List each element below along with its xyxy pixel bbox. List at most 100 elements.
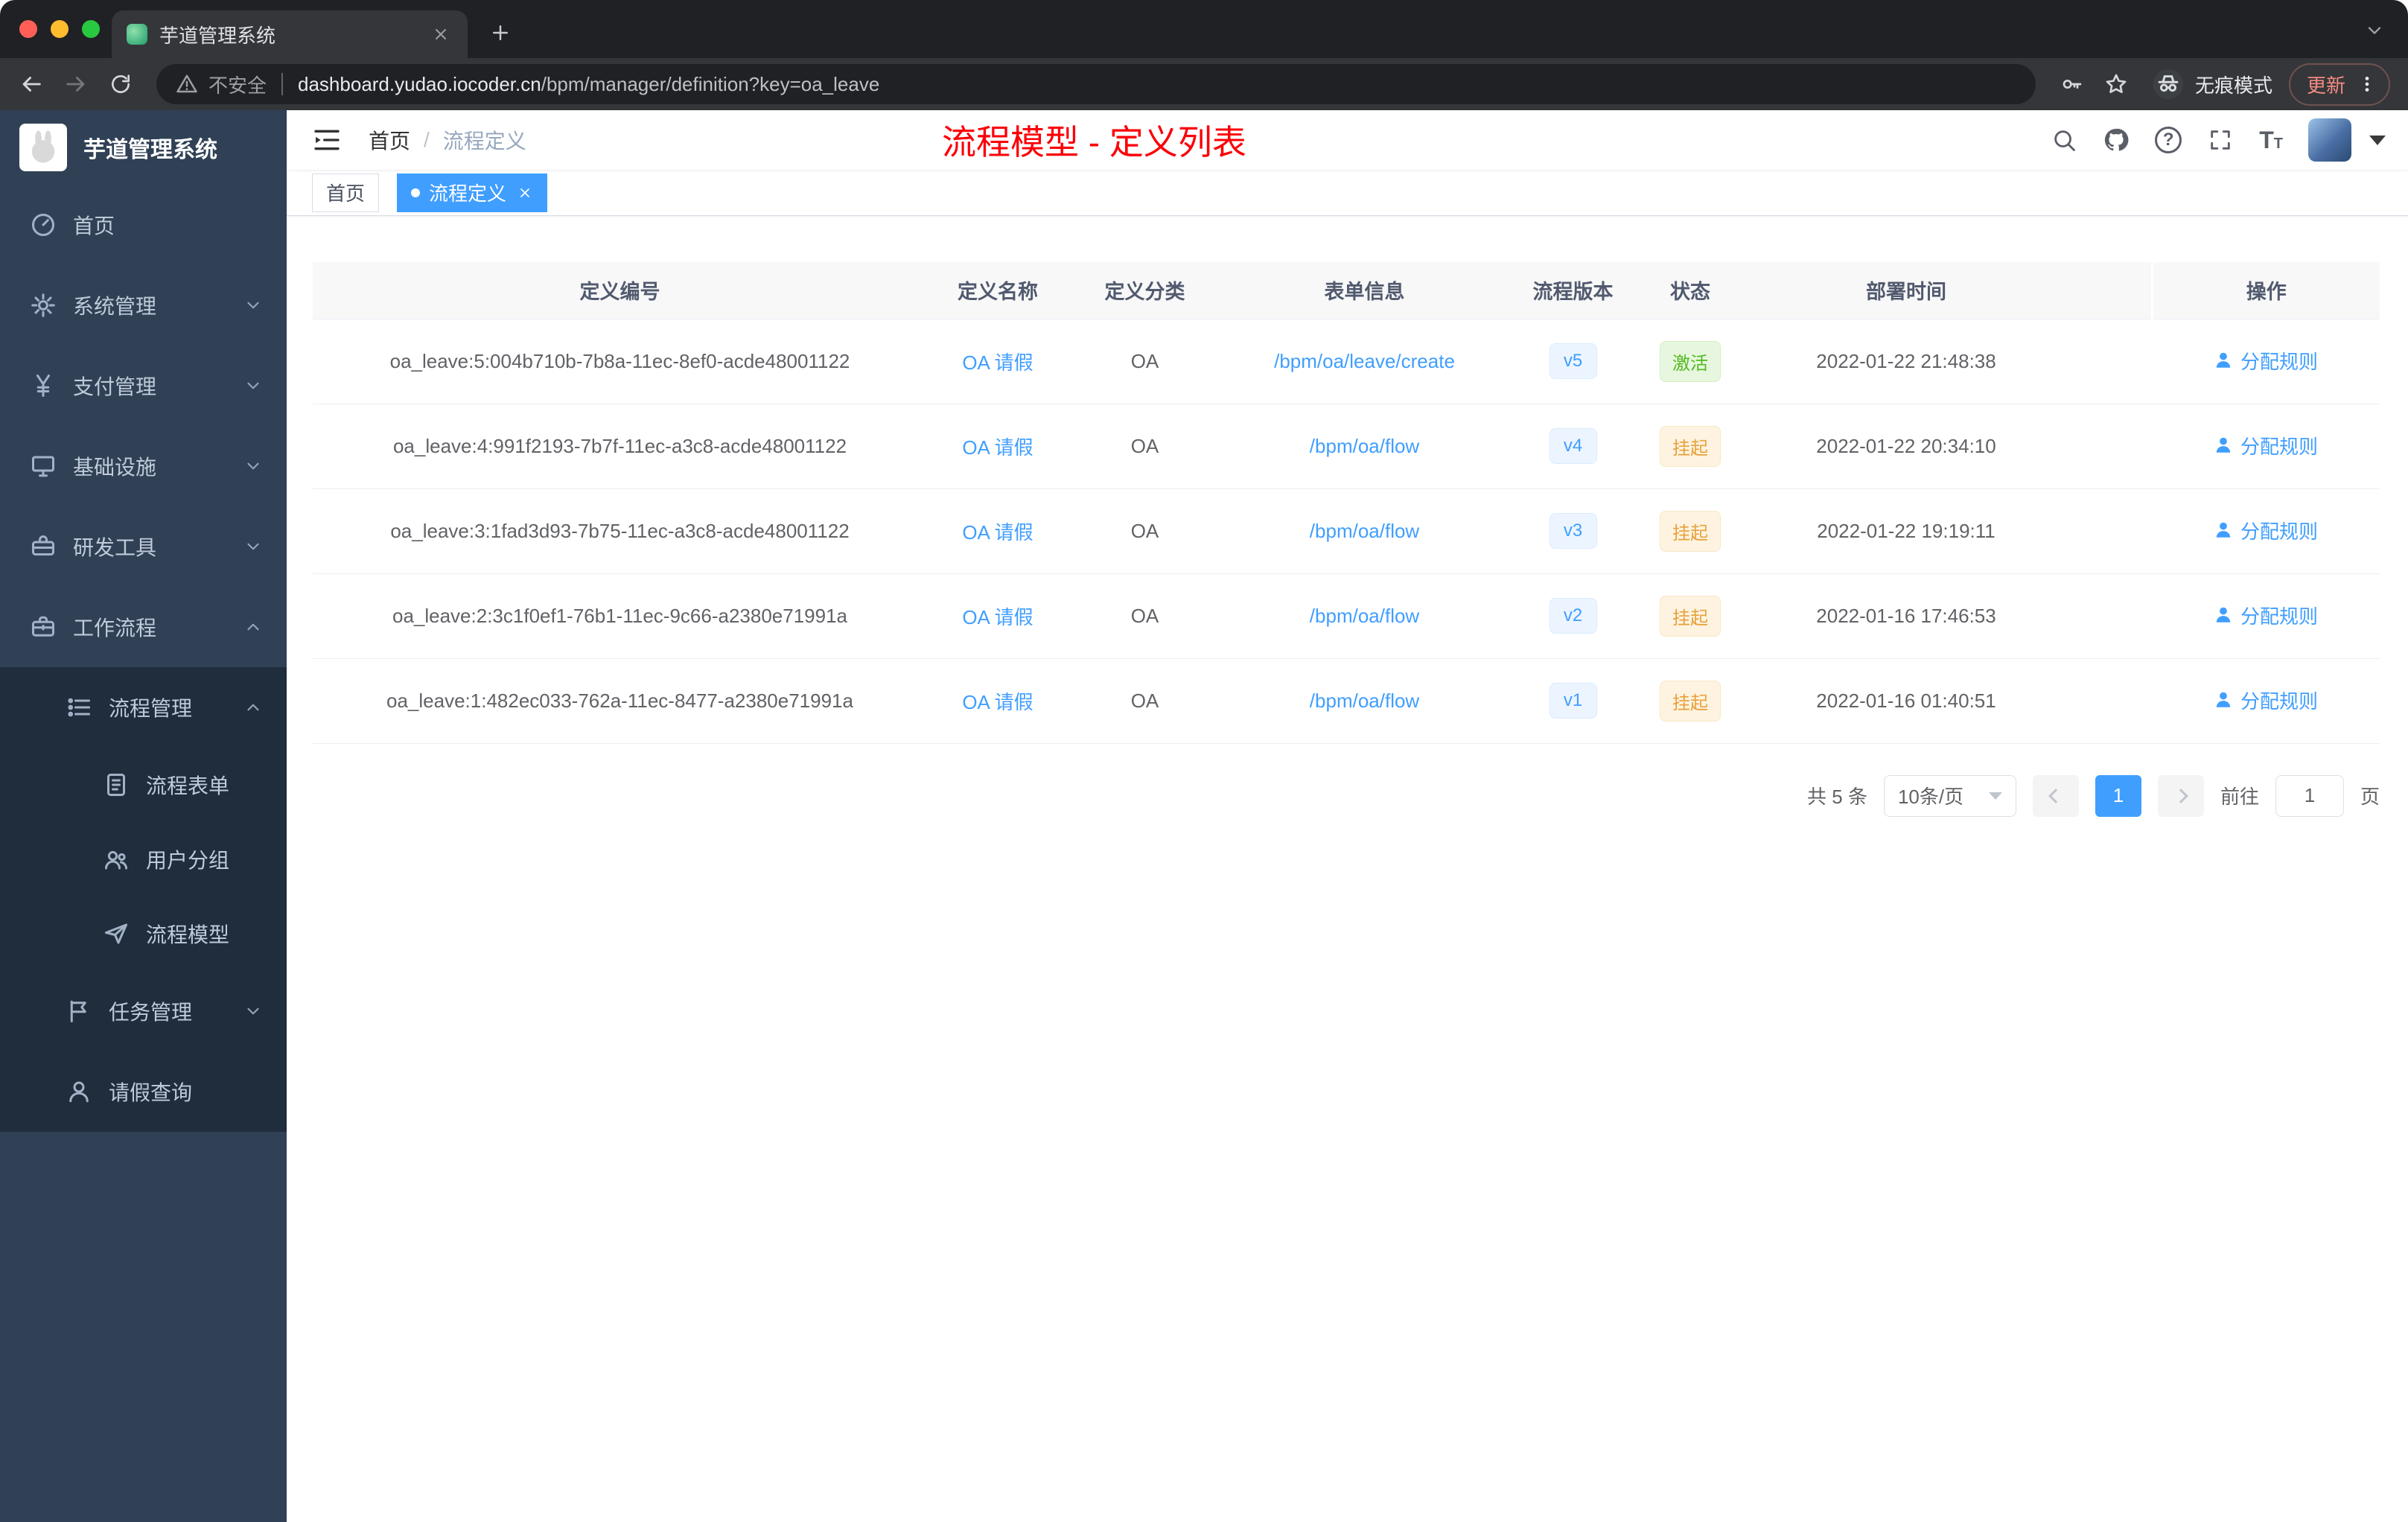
sidebar-collapse-icon[interactable]	[310, 124, 343, 156]
cell-definition-name: OA 请假	[927, 404, 1068, 489]
tag-label: 流程定义	[429, 182, 507, 205]
incognito-badge: 无痕模式	[2152, 68, 2272, 101]
current-page-button[interactable]: 1	[2095, 774, 2141, 817]
assign-rule-link[interactable]: 分配规则	[2214, 517, 2318, 544]
chrome-update-button[interactable]: 更新	[2288, 63, 2390, 106]
sidebar-item-process-form[interactable]: 流程表单	[0, 748, 287, 822]
search-icon[interactable]	[2051, 127, 2077, 153]
column-process-version: 流程版本	[1508, 262, 1638, 319]
sidebar-item-task-management[interactable]: 任务管理	[0, 971, 287, 1051]
top-navbar: 首页 / 流程定义 流程模型 - 定义列表 ? TT	[287, 110, 2408, 170]
pagination-total: 共 5 条	[1807, 786, 1867, 808]
version-badge: v1	[1549, 683, 1597, 719]
page-title-annotation: 流程模型 - 定义列表	[942, 123, 1246, 162]
yen-icon	[36, 375, 50, 397]
avatar-dropdown-caret-icon[interactable]	[2369, 135, 2386, 145]
form-link[interactable]: /bpm/oa/flow	[1310, 690, 1419, 712]
chevron-right-icon	[2173, 788, 2188, 803]
definition-name-link[interactable]: OA 请假	[962, 691, 1033, 713]
paper-plane-icon	[105, 923, 127, 944]
sidebar-item-devtools[interactable]: 研发工具	[0, 506, 287, 587]
tab-search-chevron-icon[interactable]	[2363, 19, 2386, 42]
status-badge: 挂起	[1660, 510, 1721, 552]
browser-tabstrip: 芋道管理系统	[0, 0, 2408, 58]
toolbox-icon	[32, 535, 54, 555]
breadcrumb-separator: /	[424, 128, 430, 151]
reload-button[interactable]	[101, 65, 140, 104]
next-page-button[interactable]	[2157, 774, 2204, 817]
main-panel: 首页 / 流程定义 流程模型 - 定义列表 ? TT 首页 流程定义 定义编号 …	[287, 110, 2408, 1522]
tag-process-definition[interactable]: 流程定义	[397, 173, 548, 212]
sidebar-item-payment[interactable]: 支付管理	[0, 346, 287, 426]
address-bar[interactable]: 不安全 dashboard.yudao.iocoder.cn/bpm/manag…	[156, 64, 2036, 104]
browser-menu-kebab-icon[interactable]	[2357, 73, 2377, 95]
tab-title: 芋道管理系统	[159, 24, 276, 47]
tag-label: 首页	[326, 182, 366, 205]
cell-form-info: /bpm/oa/leave/create	[1221, 319, 1508, 404]
tag-close-icon[interactable]	[517, 185, 533, 201]
forward-button[interactable]	[57, 65, 95, 104]
form-link[interactable]: /bpm/oa/flow	[1310, 605, 1419, 627]
new-tab-button[interactable]	[485, 18, 515, 48]
page-size-select[interactable]: 10条/页	[1883, 774, 2016, 817]
bookmark-star-icon[interactable]	[2097, 65, 2135, 104]
form-link[interactable]: /bpm/oa/flow	[1310, 520, 1419, 542]
sidebar-item-system[interactable]: 系统管理	[0, 265, 287, 346]
sidebar-item-label: 流程管理	[109, 697, 193, 720]
cell-form-info: /bpm/oa/flow	[1221, 573, 1508, 659]
chevron-down-icon	[247, 302, 259, 309]
chevron-down-icon	[1988, 792, 2002, 800]
sidebar-item-leave-query[interactable]: 请假查询	[0, 1051, 287, 1132]
goto-page-input[interactable]	[2275, 774, 2344, 817]
chevron-up-icon	[247, 704, 259, 711]
fullscreen-icon[interactable]	[2207, 127, 2234, 153]
sidebar-item-process-management[interactable]: 流程管理	[0, 667, 287, 748]
browser-tab[interactable]: 芋道管理系统	[112, 10, 468, 58]
cell-actions: 分配规则	[2152, 488, 2380, 574]
definition-name-link[interactable]: OA 请假	[962, 351, 1033, 374]
breadcrumb-home[interactable]: 首页	[369, 125, 410, 155]
tag-home[interactable]: 首页	[312, 173, 380, 212]
task-icon	[70, 1000, 86, 1022]
sidebar-item-process-model[interactable]: 流程模型	[0, 897, 287, 971]
user-group-icon	[105, 850, 127, 870]
form-link[interactable]: /bpm/oa/leave/create	[1274, 350, 1455, 372]
definition-name-link[interactable]: OA 请假	[962, 606, 1033, 628]
assign-rule-link[interactable]: 分配规则	[2214, 687, 2318, 714]
assign-rule-link[interactable]: 分配规则	[2214, 347, 2318, 375]
definition-name-link[interactable]: OA 请假	[962, 521, 1033, 544]
cell-category: OA	[1068, 573, 1221, 659]
close-window-button[interactable]	[19, 20, 37, 38]
sidebar-item-home[interactable]: 首页	[0, 185, 287, 265]
version-badge: v4	[1549, 428, 1597, 464]
sidebar-item-workflow[interactable]: 工作流程	[0, 587, 287, 667]
sidebar-item-label: 请假查询	[109, 1081, 193, 1104]
help-icon[interactable]: ?	[2155, 127, 2182, 153]
tags-view-bar: 首页 流程定义	[287, 170, 2408, 216]
assign-rule-link[interactable]: 分配规则	[2214, 602, 2318, 629]
cell-category: OA	[1068, 319, 1221, 404]
gear-icon	[31, 293, 55, 317]
browser-toolbar: 不安全 dashboard.yudao.iocoder.cn/bpm/manag…	[0, 58, 2408, 110]
column-definition-name: 定义名称	[927, 262, 1068, 319]
sidebar-item-user-group[interactable]: 用户分组	[0, 822, 287, 897]
font-size-icon[interactable]: TT	[2259, 128, 2283, 152]
minimize-window-button[interactable]	[51, 20, 69, 38]
tab-close-icon[interactable]	[429, 22, 453, 46]
password-key-icon[interactable]	[2052, 65, 2091, 104]
cell-version: v4	[1508, 404, 1638, 489]
assign-rule-link[interactable]: 分配规则	[2214, 432, 2318, 459]
form-link[interactable]: /bpm/oa/flow	[1310, 435, 1419, 457]
definition-name-link[interactable]: OA 请假	[962, 436, 1033, 459]
prev-page-button[interactable]	[2032, 774, 2079, 817]
browser-window: 芋道管理系统 不安全 dashboard.yudao.iocoder.cn/bp…	[0, 0, 2408, 1522]
zoom-window-button[interactable]	[82, 20, 100, 38]
navbar-actions: ? TT	[2051, 118, 2386, 162]
cell-definition-name: OA 请假	[927, 658, 1068, 744]
table-header-row: 定义编号 定义名称 定义分类 表单信息 流程版本 状态 部署时间 操作	[313, 262, 2380, 319]
back-button[interactable]	[12, 65, 51, 104]
user-avatar[interactable]	[2308, 118, 2351, 162]
github-icon[interactable]	[2103, 127, 2130, 153]
sidebar-item-infrastructure[interactable]: 基础设施	[0, 426, 287, 506]
cell-form-info: /bpm/oa/flow	[1221, 404, 1508, 489]
